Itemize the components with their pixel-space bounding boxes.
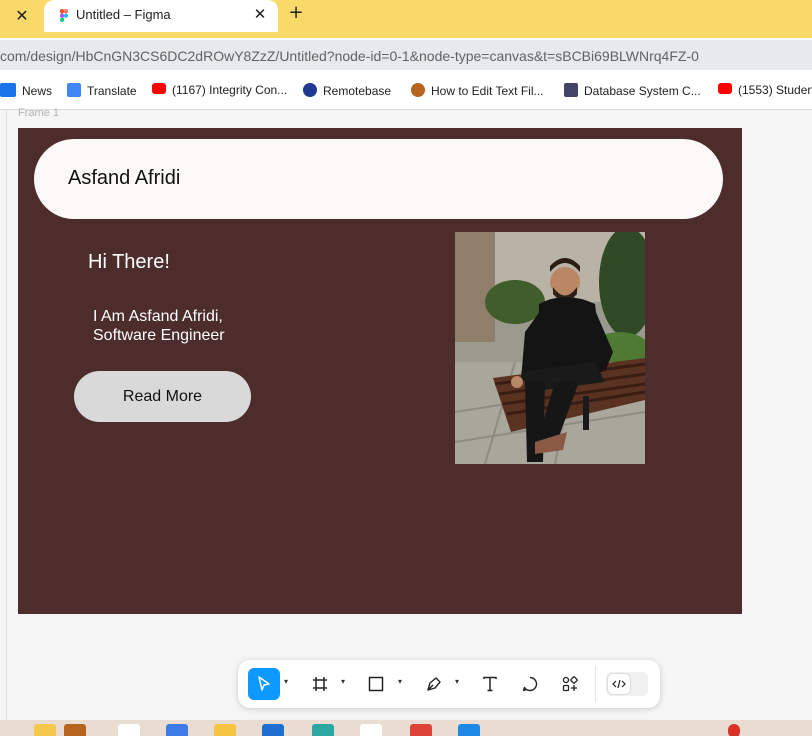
bookmark-label: How to Edit Text Fil... (431, 84, 544, 98)
remotebase-icon (303, 83, 317, 97)
taskbar-app-icon[interactable] (64, 724, 86, 736)
bookmark-site-icon (564, 83, 578, 97)
os-taskbar (0, 720, 812, 736)
profile-photo[interactable] (455, 232, 645, 464)
bookmark-news[interactable]: News (0, 83, 52, 101)
edge-icon[interactable] (312, 724, 334, 736)
nav-name[interactable]: Asfand Afridi (68, 167, 180, 190)
youtube-icon (718, 83, 732, 94)
chrome-icon[interactable] (410, 724, 432, 736)
taskbar-app-icon[interactable] (166, 724, 188, 736)
figma-icon (60, 9, 68, 22)
bookmark-remotebase[interactable]: Remotebase (303, 83, 391, 101)
frame-label[interactable]: Frame 1 (18, 107, 59, 119)
taskbar-app-icon[interactable] (360, 724, 382, 736)
frame-icon (313, 677, 327, 691)
tab-title: Untitled – Figma (76, 7, 171, 22)
dev-mode-toggle[interactable] (606, 672, 648, 696)
url-field[interactable]: com/design/HbCnGN3CS6DC2dROwY8ZzZ/Untitl… (0, 40, 812, 70)
bookmark-label: Remotebase (323, 84, 392, 98)
search-icon[interactable] (118, 724, 140, 736)
actions-icon (562, 676, 578, 692)
bookmark-site-icon (411, 83, 425, 97)
translate-icon (67, 83, 81, 97)
chevron-down-icon[interactable]: ▾ (398, 677, 402, 686)
intro-text[interactable]: I Am Asfand Afridi, Software Engineer (93, 307, 225, 345)
bookmark-translate[interactable]: Translate (67, 83, 137, 101)
cursor-icon (258, 676, 270, 691)
youtube-icon (152, 83, 166, 94)
figma-canvas[interactable]: Frame 1 Asfand Afridi Hi There! I Am Asf… (0, 107, 812, 720)
news-icon (0, 83, 16, 97)
new-tab-button[interactable]: + (286, 2, 306, 26)
bookmark-label: (1167) Integrity Con... (172, 83, 288, 97)
comment-icon (522, 676, 538, 692)
previous-tab-close-button[interactable]: ✕ (10, 4, 34, 28)
vscode-icon[interactable] (458, 724, 480, 736)
rectangle-icon (368, 676, 384, 692)
design-frame[interactable]: Asfand Afridi Hi There! I Am Asfand Afri… (18, 128, 742, 614)
taskbar-app-icon[interactable] (262, 724, 284, 736)
taskbar-app-icon[interactable] (34, 724, 56, 736)
pen-icon (427, 677, 441, 691)
address-bar: com/design/HbCnGN3CS6DC2dROwY8ZzZ/Untitl… (0, 38, 812, 72)
bookmark-studen[interactable]: (1553) Studen (718, 83, 812, 101)
url-text: com/design/HbCnGN3CS6DC2dROwY8ZzZ/Untitl… (0, 48, 699, 64)
chevron-down-icon[interactable]: ▾ (284, 677, 288, 686)
bookmark-database[interactable]: Database System C... (564, 83, 701, 101)
move-tool-button[interactable] (248, 668, 280, 700)
bookmark-edit-text[interactable]: How to Edit Text Fil... (411, 83, 543, 101)
greeting-text[interactable]: Hi There! (88, 251, 170, 274)
chevron-down-icon[interactable]: ▾ (341, 677, 345, 686)
bookmark-integrity[interactable]: (1167) Integrity Con... (152, 83, 287, 101)
notification-badge (728, 724, 740, 736)
intro-line-1: I Am Asfand Afridi, (93, 308, 223, 325)
tab-figma[interactable]: Untitled – Figma ✕ (44, 0, 278, 32)
bookmarks-bar: News Translate (1167) Integrity Con... R… (0, 72, 812, 110)
intro-line-2: Software Engineer (93, 327, 225, 344)
toolbar-divider (595, 666, 596, 702)
rectangle-tool-button[interactable] (360, 668, 392, 700)
frame-tool-button[interactable] (304, 668, 336, 700)
bookmark-label: (1553) Studen (738, 83, 812, 97)
bookmark-label: Database System C... (584, 84, 701, 98)
bookmark-label: Translate (87, 84, 137, 98)
folder-icon[interactable] (214, 724, 236, 736)
figma-toolbar: ▾ ▾ ▾ ▾ (238, 660, 660, 708)
browser-tab-strip: ✕ Untitled – Figma ✕ + (0, 0, 812, 38)
bookmark-label: News (22, 84, 53, 98)
canvas-ruler (6, 110, 7, 720)
text-icon (483, 676, 497, 692)
read-more-button[interactable]: Read More (74, 371, 251, 422)
comment-tool-button[interactable] (514, 668, 546, 700)
tab-close-button[interactable]: ✕ (250, 4, 270, 24)
nav-bar[interactable]: Asfand Afridi (34, 139, 723, 219)
code-icon (608, 674, 630, 694)
text-tool-button[interactable] (474, 668, 506, 700)
chevron-down-icon[interactable]: ▾ (455, 677, 459, 686)
actions-tool-button[interactable] (554, 668, 586, 700)
pen-tool-button[interactable] (418, 668, 450, 700)
